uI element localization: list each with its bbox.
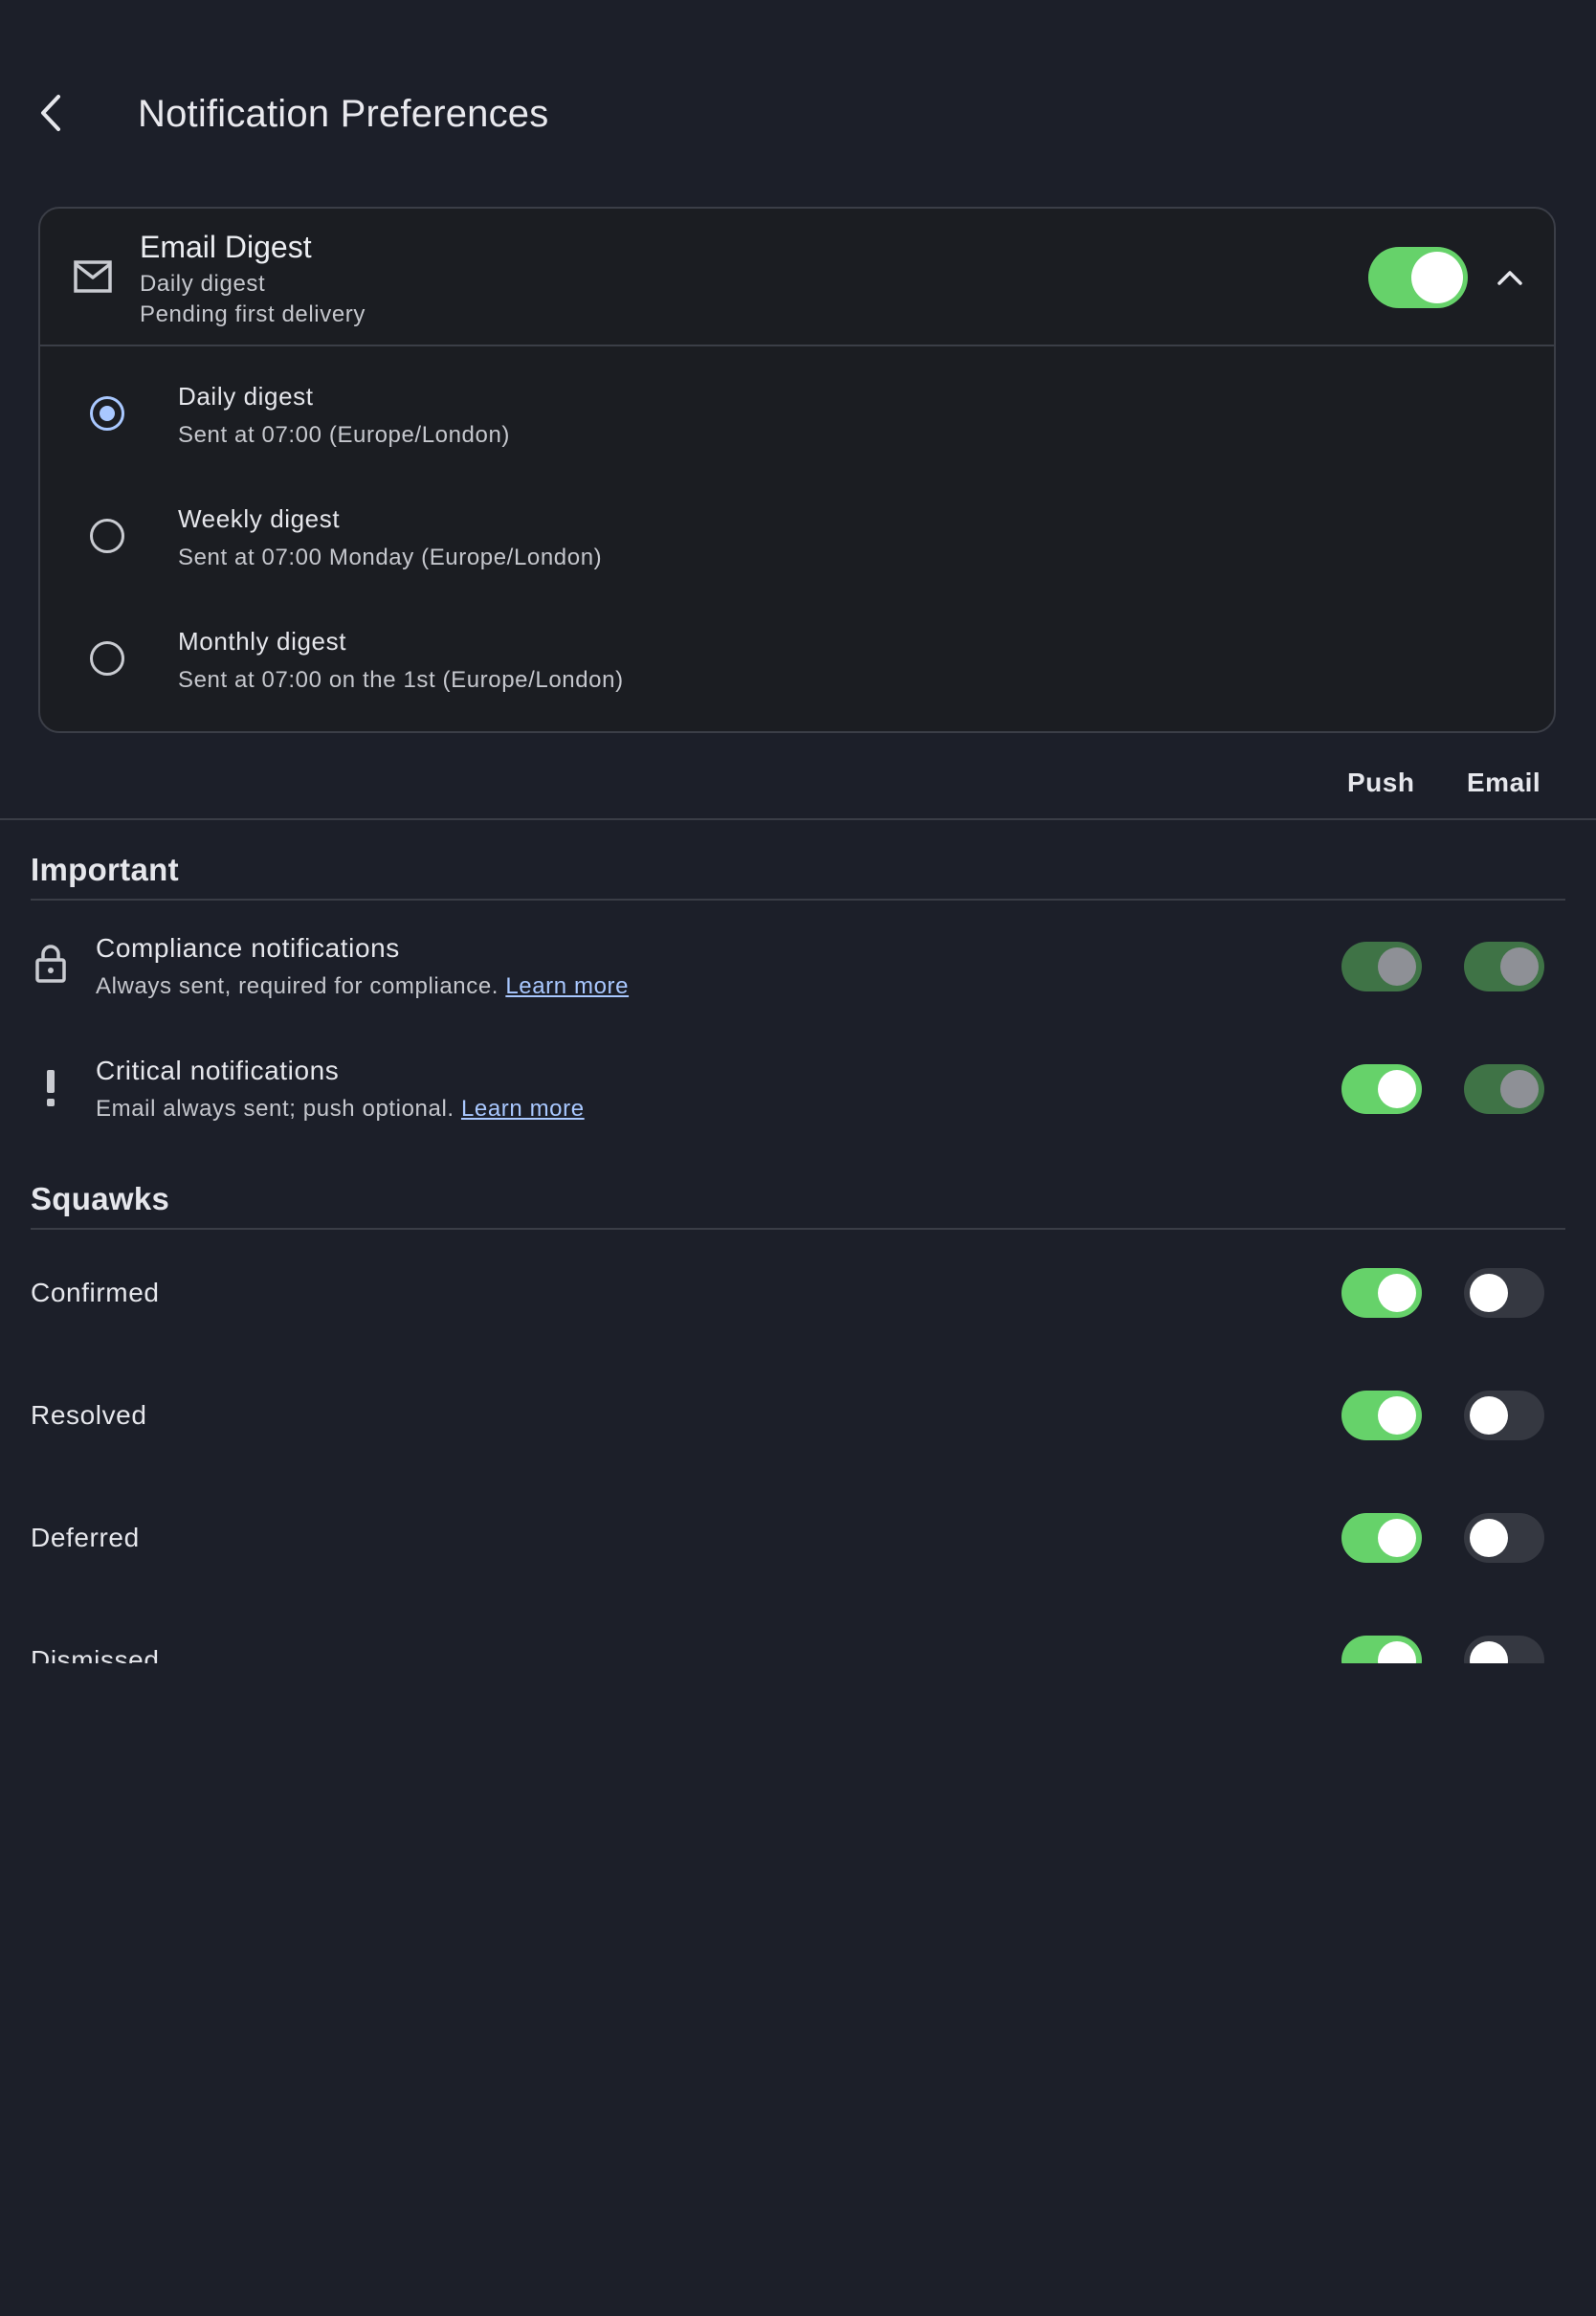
resolved-push-switch[interactable] <box>1341 1391 1422 1440</box>
mail-icon <box>74 260 112 293</box>
critical-notifications-description: Email always sent; push optional. Learn … <box>96 1096 585 1122</box>
collapse-button[interactable] <box>1487 255 1533 301</box>
learn-more-link[interactable]: Learn more <box>505 973 629 999</box>
switch-knob <box>1470 1274 1508 1312</box>
squawks-list: Confirmed Resolved Deferred Dismissed <box>0 1263 1596 1663</box>
squawk-row-title: Confirmed <box>31 1278 160 1307</box>
switch-knob <box>1378 947 1416 986</box>
confirmed-email-switch[interactable] <box>1464 1268 1544 1318</box>
divider <box>0 818 1596 820</box>
push-column-header: Push <box>1347 768 1415 797</box>
digest-option-description: Sent at 07:00 on the 1st (Europe/London) <box>178 667 624 693</box>
back-button[interactable] <box>27 88 77 138</box>
digest-option-description: Sent at 07:00 (Europe/London) <box>178 422 510 448</box>
email-column-header: Email <box>1467 768 1541 797</box>
switch-knob <box>1470 1641 1508 1663</box>
switch-knob <box>1500 1070 1539 1108</box>
page-title: Notification Preferences <box>138 93 549 135</box>
switch-knob <box>1378 1519 1416 1557</box>
critical-notifications-title: Critical notifications <box>96 1056 340 1085</box>
switch-knob <box>1500 947 1539 986</box>
switch-knob <box>1470 1396 1508 1435</box>
deferred-email-switch[interactable] <box>1464 1513 1544 1563</box>
email-digest-toggle[interactable] <box>1368 247 1468 308</box>
radio-button[interactable] <box>90 519 124 553</box>
learn-more-link[interactable]: Learn more <box>461 1096 585 1122</box>
exclamation-icon <box>47 1070 55 1106</box>
switch-knob <box>1378 1274 1416 1312</box>
digest-option-label: Daily digest <box>178 382 314 411</box>
radio-button[interactable] <box>90 641 124 676</box>
switch-knob <box>1378 1070 1416 1108</box>
dismissed-email-switch[interactable] <box>1464 1636 1544 1663</box>
digest-option-label: Monthly digest <box>178 627 347 656</box>
email-digest-status: Pending first delivery <box>140 301 366 327</box>
email-digest-title: Email Digest <box>140 230 312 264</box>
critical-email-switch[interactable] <box>1464 1064 1544 1114</box>
resolved-email-switch[interactable] <box>1464 1391 1544 1440</box>
email-digest-header[interactable]: Email Digest Daily digest Pending first … <box>40 209 1554 346</box>
section-divider <box>31 1228 1565 1230</box>
compliance-notifications-description: Always sent, required for compliance. Le… <box>96 973 630 999</box>
squawk-row-title: Dismissed <box>31 1645 160 1663</box>
chevron-up-icon <box>1497 271 1522 285</box>
switch-knob <box>1378 1641 1416 1663</box>
compliance-notifications-title: Compliance notifications <box>96 933 400 963</box>
confirmed-push-switch[interactable] <box>1341 1268 1422 1318</box>
toggle-switch <box>1368 247 1468 308</box>
section-divider <box>31 899 1565 901</box>
switch-knob <box>1470 1519 1508 1557</box>
compliance-email-switch[interactable] <box>1464 942 1544 991</box>
radio-button-selected[interactable] <box>90 396 124 431</box>
dismissed-push-switch[interactable] <box>1341 1636 1422 1663</box>
switch-knob <box>1378 1396 1416 1435</box>
squawk-row-title: Resolved <box>31 1400 147 1430</box>
digest-option-description: Sent at 07:00 Monday (Europe/London) <box>178 545 603 570</box>
chevron-left-icon <box>41 95 60 131</box>
digest-option-label: Weekly digest <box>178 504 341 533</box>
email-digest-card: Email Digest Daily digest Pending first … <box>38 207 1556 733</box>
squawk-row-title: Deferred <box>31 1523 140 1552</box>
digest-option-weekly[interactable]: Weekly digest Sent at 07:00 Monday (Euro… <box>40 473 1554 595</box>
digest-option-daily[interactable]: Daily digest Sent at 07:00 (Europe/Londo… <box>40 350 1554 473</box>
compliance-push-switch[interactable] <box>1341 942 1422 991</box>
section-title-important: Important <box>31 852 179 887</box>
critical-push-switch[interactable] <box>1341 1064 1422 1114</box>
lock-icon <box>35 945 66 983</box>
deferred-push-switch[interactable] <box>1341 1513 1422 1563</box>
email-digest-subtitle: Daily digest <box>140 271 266 297</box>
section-title-squawks: Squawks <box>31 1181 170 1216</box>
digest-option-monthly[interactable]: Monthly digest Sent at 07:00 on the 1st … <box>40 595 1554 718</box>
